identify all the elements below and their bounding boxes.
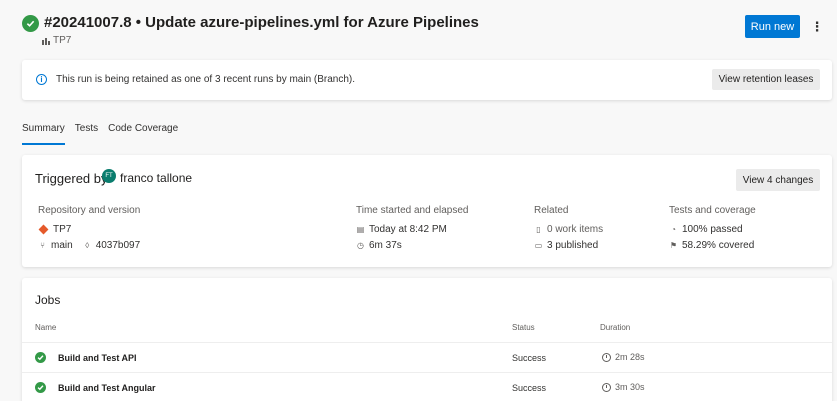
calendar-icon: ▤ [356,224,365,234]
artifact-icon: ▭ [534,240,543,250]
trigger-user-name[interactable]: franco tallone [120,171,192,185]
coverage-percent: 58.29% covered [682,239,755,251]
success-check-icon [35,382,46,393]
job-name: Build and Test API [58,353,137,363]
published-count: 3 published [547,239,599,251]
view-changes-button[interactable]: View 4 changes [736,169,820,191]
job-duration: 3m 30s [602,382,645,392]
view-retention-leases-button[interactable]: View retention leases [712,69,820,90]
retention-banner: i This run is being retained as one of 3… [22,60,832,100]
run-header: #20241007.8 • Update azure-pipelines.yml… [22,12,837,46]
version-row: ⑂ main ◊ 4037b097 [38,237,140,253]
run-new-button[interactable]: Run new [745,15,800,38]
success-check-icon [35,352,46,363]
repository-column: Repository and version TP7 ⑂ main ◊ 4037… [38,205,140,253]
table-row[interactable]: Build and Test API Success 2m 28s [22,342,832,372]
branch-name[interactable]: main [51,240,73,251]
branch-icon: ⑂ [40,240,45,250]
work-items-count: 0 work items [547,223,604,235]
coverage-icon: ⚑ [669,240,678,250]
info-icon: i [36,74,47,85]
clock-icon [602,352,611,362]
project-breadcrumb[interactable]: TP7 [42,35,71,46]
avatar: FT [102,169,116,183]
published-row[interactable]: ▭ 3 published [534,237,603,253]
git-repo-icon [38,224,49,234]
column-header-duration: Duration [600,323,631,332]
summary-card: Triggered by FT franco tallone View 4 ch… [22,155,832,267]
job-status: Success [512,353,547,363]
started-row: ▤ Today at 8:42 PM [356,221,468,237]
retention-message: This run is being retained as one of 3 r… [56,74,356,85]
coverage-row[interactable]: ⚑ 58.29% covered [669,237,756,253]
project-name: TP7 [53,35,72,46]
time-column: Time started and elapsed ▤ Today at 8:42… [356,205,468,253]
tests-heading: Tests and coverage [669,205,756,216]
repository-name: TP7 [53,223,72,235]
job-name: Build and Test Angular [58,383,156,393]
repository-link[interactable]: TP7 [38,221,140,237]
job-duration-value: 3m 30s [615,382,645,392]
commit-id[interactable]: 4037b097 [96,240,141,251]
column-header-status: Status [512,323,535,332]
column-header-name: Name [35,323,57,332]
job-duration-value: 2m 28s [615,352,645,362]
repo-icon [42,37,50,45]
run-tabs: Summary Tests Code Coverage [22,123,178,145]
tab-tests[interactable]: Tests [75,123,98,145]
test-pass-icon: ◔ [671,224,676,234]
more-actions-icon[interactable]: ⋮ [811,15,824,38]
jobs-card: Jobs Name Status Duration Build and Test… [22,278,832,401]
related-column: Related ▯ 0 work items ▭ 3 published [534,205,603,253]
job-duration: 2m 28s [602,352,645,362]
repository-heading: Repository and version [38,205,141,216]
time-heading: Time started and elapsed [356,205,469,216]
tab-code-coverage[interactable]: Code Coverage [108,123,178,145]
success-check-icon [22,15,39,32]
jobs-title: Jobs [35,293,61,307]
job-status: Success [512,383,547,393]
tab-summary[interactable]: Summary [22,123,65,145]
triggered-by-label: Triggered by [35,171,108,186]
clock-icon: ◷ [357,240,364,250]
started-time: Today at 8:42 PM [369,223,447,235]
related-heading: Related [534,205,569,216]
elapsed-row: ◷ 6m 37s [356,237,468,253]
run-title: #20241007.8 • Update azure-pipelines.yml… [44,14,479,31]
work-item-icon: ▯ [536,224,541,234]
tests-column: Tests and coverage ◔ 100% passed ⚑ 58.29… [669,205,756,253]
work-items-row[interactable]: ▯ 0 work items [534,221,603,237]
commit-icon: ◊ [85,240,90,250]
clock-icon [602,382,611,392]
table-row[interactable]: Build and Test Angular Success 3m 30s [22,372,832,401]
elapsed-time: 6m 37s [369,239,402,251]
tests-passed: 100% passed [682,223,743,235]
tests-passed-row[interactable]: ◔ 100% passed [669,221,756,237]
